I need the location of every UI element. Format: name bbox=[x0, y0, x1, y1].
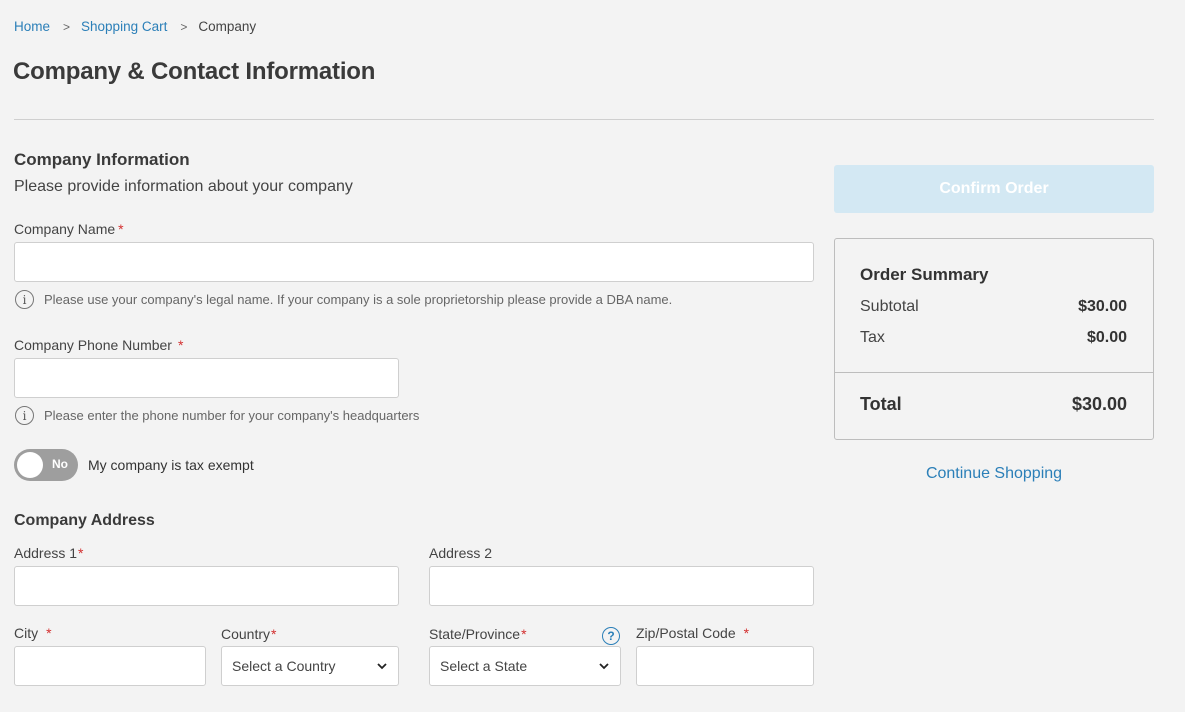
company-info-subtitle: Please provide information about your co… bbox=[14, 178, 353, 195]
company-phone-label: Company Phone Number * bbox=[14, 337, 183, 353]
required-asterisk: * bbox=[743, 625, 750, 641]
required-asterisk: * bbox=[46, 625, 52, 641]
required-asterisk: * bbox=[271, 626, 277, 642]
breadcrumb-current: Company bbox=[198, 19, 257, 34]
required-asterisk: * bbox=[177, 337, 184, 353]
state-select[interactable]: Select a State bbox=[429, 646, 621, 686]
chevron-down-icon bbox=[377, 663, 387, 670]
country-select[interactable]: Select a Country bbox=[221, 646, 399, 686]
breadcrumb-cart-link[interactable]: Shopping Cart bbox=[81, 19, 167, 34]
address2-label: Address 2 bbox=[429, 545, 493, 561]
total-row: Total $30.00 bbox=[860, 394, 1127, 415]
breadcrumb-separator: > bbox=[180, 19, 188, 34]
continue-shopping-link[interactable]: Continue Shopping bbox=[834, 465, 1154, 483]
company-info-title: Company Information bbox=[14, 150, 190, 169]
company-phone-label-text: Company Phone Number bbox=[14, 337, 172, 353]
toggle-state-text: No bbox=[52, 457, 68, 471]
subtotal-value: $30.00 bbox=[1078, 298, 1127, 315]
tax-label: Tax bbox=[860, 329, 885, 346]
total-value: $30.00 bbox=[1071, 394, 1127, 414]
breadcrumb: Home > Shopping Cart > Company bbox=[14, 19, 256, 34]
required-asterisk: * bbox=[78, 545, 84, 561]
required-asterisk: * bbox=[521, 626, 527, 642]
info-icon: i bbox=[15, 406, 34, 425]
subtotal-row: Subtotal $30.00 bbox=[860, 298, 1127, 316]
address1-input[interactable] bbox=[14, 566, 399, 606]
city-label-text: City bbox=[14, 625, 39, 641]
company-name-hint: i Please use your company's legal name. … bbox=[15, 290, 672, 309]
country-label: Country* bbox=[221, 626, 276, 642]
checkout-page: Home > Shopping Cart > Company Company &… bbox=[0, 0, 1185, 712]
company-phone-hint: i Please enter the phone number for your… bbox=[15, 406, 419, 425]
company-address-title: Company Address bbox=[14, 512, 155, 529]
confirm-order-button[interactable]: Confirm Order bbox=[834, 165, 1154, 213]
city-input[interactable] bbox=[14, 646, 206, 686]
summary-divider bbox=[835, 372, 1153, 373]
info-icon: i bbox=[15, 290, 34, 309]
company-phone-hint-text: Please enter the phone number for your c… bbox=[44, 408, 420, 423]
country-label-text: Country bbox=[221, 626, 271, 642]
tax-exempt-toggle[interactable]: No bbox=[14, 449, 78, 481]
city-label: City * bbox=[14, 625, 52, 641]
address2-input[interactable] bbox=[429, 566, 814, 606]
state-label-text: State/Province bbox=[429, 626, 521, 642]
company-phone-input[interactable] bbox=[14, 358, 399, 398]
tax-row: Tax $0.00 bbox=[860, 329, 1127, 347]
company-name-label-text: Company Name bbox=[14, 221, 116, 237]
country-selected-value: Select a Country bbox=[232, 658, 336, 674]
breadcrumb-separator: > bbox=[63, 19, 71, 34]
total-label: Total bbox=[860, 394, 902, 414]
address1-label-text: Address 1 bbox=[14, 545, 78, 561]
company-name-hint-text: Please use your company's legal name. If… bbox=[44, 292, 673, 307]
breadcrumb-home-link[interactable]: Home bbox=[14, 19, 50, 34]
header-divider bbox=[14, 119, 1154, 120]
zip-label-text: Zip/Postal Code bbox=[636, 625, 736, 641]
tax-value: $0.00 bbox=[1086, 329, 1127, 346]
address1-label: Address 1* bbox=[14, 545, 84, 561]
chevron-down-icon bbox=[599, 663, 609, 670]
required-asterisk: * bbox=[118, 221, 124, 237]
state-label: State/Province* bbox=[429, 626, 527, 642]
order-summary-title: Order Summary bbox=[860, 265, 989, 284]
order-summary: Order Summary Subtotal $30.00 Tax $0.00 … bbox=[834, 238, 1154, 440]
help-icon[interactable]: ? bbox=[602, 627, 620, 645]
subtotal-label: Subtotal bbox=[860, 298, 919, 315]
state-selected-value: Select a State bbox=[440, 658, 528, 674]
zip-input[interactable] bbox=[636, 646, 814, 686]
page-title: Company & Contact Information bbox=[13, 58, 376, 85]
company-name-label: Company Name * bbox=[14, 221, 124, 237]
toggle-knob bbox=[17, 452, 43, 478]
tax-exempt-label: My company is tax exempt bbox=[88, 457, 254, 473]
zip-label: Zip/Postal Code * bbox=[636, 625, 749, 641]
company-name-input[interactable] bbox=[14, 242, 814, 282]
